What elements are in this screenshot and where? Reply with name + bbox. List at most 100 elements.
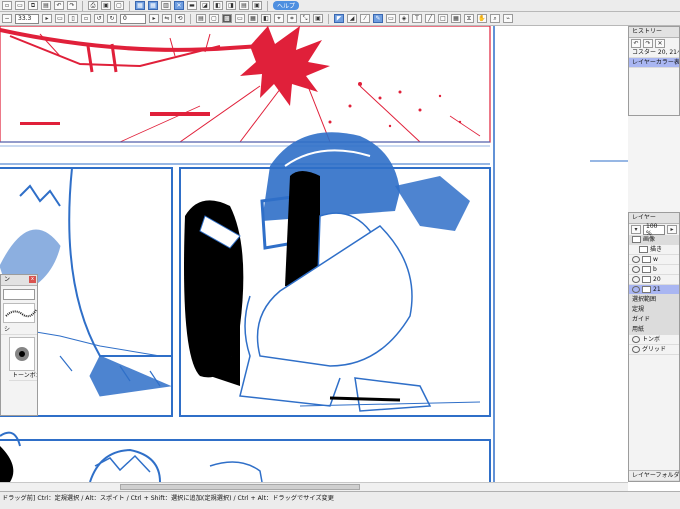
fill-icon[interactable]: ▦ xyxy=(248,14,258,23)
page-icon[interactable]: ▢ xyxy=(114,1,124,10)
symmetry-icon[interactable]: ⧖ xyxy=(464,14,474,23)
grid-icon[interactable]: ▦ xyxy=(148,1,158,10)
copy-icon[interactable]: ⧉ xyxy=(28,1,38,10)
tool-options-toolbar: − 33.3 ▸ ▭ ▯ ▫ ↺ ↻ 0 ▸ ⇋ ⟲ ▤ ▢ ▩ ▭ ▦ ◧ ⌖… xyxy=(0,12,680,26)
eyedropper-icon[interactable]: ⌁ xyxy=(503,14,513,23)
flip-icon[interactable]: ⇋ xyxy=(162,14,172,23)
hand-icon[interactable]: ✋ xyxy=(477,14,487,23)
chevron-right-icon[interactable]: ▸ xyxy=(42,14,52,23)
layer-name: 画像 xyxy=(643,236,656,243)
view-icon[interactable]: ▦ xyxy=(135,1,145,10)
layout-icon[interactable]: ▥ xyxy=(161,1,171,10)
layer-row-guide[interactable]: ガイド xyxy=(629,315,679,325)
transform-icon[interactable]: ⤡ xyxy=(300,14,310,23)
scrollbar-thumb[interactable] xyxy=(120,484,360,490)
color-icon[interactable]: ◧ xyxy=(213,1,223,10)
eraser-icon[interactable]: ▭ xyxy=(386,14,396,23)
history-item[interactable]: コスター 20, 21ペー xyxy=(629,48,679,58)
select-icon[interactable]: ◤ xyxy=(334,14,344,23)
brush-panel-title: ン x xyxy=(1,275,37,286)
layer-row[interactable]: 描き xyxy=(629,245,679,255)
eye-icon[interactable] xyxy=(632,276,640,283)
layer-row-trim[interactable]: トンボ xyxy=(629,335,679,345)
tone-icon[interactable]: ◪ xyxy=(200,1,210,10)
stamp-icon[interactable]: ▣ xyxy=(313,14,323,23)
paste-icon[interactable]: ▤ xyxy=(41,1,51,10)
lasso-icon[interactable]: ◢ xyxy=(347,14,357,23)
history-delete-icon[interactable]: ✕ xyxy=(655,39,665,48)
history-undo-icon[interactable]: ↶ xyxy=(631,39,641,48)
close-icon[interactable]: ✕ xyxy=(174,1,184,10)
layer-icon[interactable]: ▤ xyxy=(196,14,206,23)
mask-icon[interactable]: ▩ xyxy=(222,14,232,23)
pattern-icon[interactable]: ▦ xyxy=(451,14,461,23)
rotate-left-icon[interactable]: ↺ xyxy=(94,14,104,23)
layer-row-selection[interactable]: 選択範囲 xyxy=(629,295,679,305)
brush-tip-preview[interactable] xyxy=(9,337,35,371)
layer-folder-image[interactable]: 画像 xyxy=(629,235,679,245)
reset-icon[interactable]: ⟲ xyxy=(175,14,185,23)
folder-icon xyxy=(642,256,651,263)
eye-icon[interactable] xyxy=(632,256,640,263)
main-toolbar: ▫ ▭ ⧉ ▤ ↶ ↷ ⎙ ▣ ▢ ▦ ▦ ▥ ✕ ▬ ◪ ◧ ◨ ▤ ▣ ヘル… xyxy=(0,0,680,12)
history-item-selected[interactable]: レイヤーカラー表示 xyxy=(629,58,679,68)
artwork-illustration xyxy=(0,26,628,482)
drawing-canvas[interactable]: ン x シ トーンボカシ xyxy=(0,26,628,482)
opacity-input[interactable]: 100 % xyxy=(643,223,665,237)
actual-size-icon[interactable]: ▫ xyxy=(81,14,91,23)
text-icon[interactable]: T xyxy=(412,14,422,23)
snap-icon[interactable]: ⌖ xyxy=(274,14,284,23)
layer-row-paper[interactable]: 用紙 xyxy=(629,325,679,335)
folder-icon xyxy=(639,246,648,253)
chevron-right-icon[interactable]: ▸ xyxy=(149,14,159,23)
fit-icon[interactable]: ▭ xyxy=(55,14,65,23)
new-icon[interactable]: ▫ xyxy=(2,1,12,10)
rotate-input[interactable]: 0 xyxy=(120,13,146,24)
layer-row[interactable]: b xyxy=(629,265,679,275)
history-redo-icon[interactable]: ↷ xyxy=(643,39,653,48)
layer-row-ruler[interactable]: 定規 xyxy=(629,305,679,315)
gradient-icon[interactable]: ◧ xyxy=(261,14,271,23)
open-icon[interactable]: ▭ xyxy=(15,1,25,10)
redo-icon[interactable]: ↷ xyxy=(67,1,77,10)
frame-icon[interactable]: ▢ xyxy=(209,14,219,23)
zoom-out-icon[interactable]: − xyxy=(2,14,12,23)
undo-icon[interactable]: ↶ xyxy=(54,1,64,10)
layer-row-grid[interactable]: グリッド xyxy=(629,345,679,355)
zoom-input[interactable]: 33.3 xyxy=(15,13,39,24)
eye-icon[interactable] xyxy=(632,336,640,343)
layer-row[interactable]: 20 xyxy=(629,275,679,285)
brush-size-input[interactable] xyxy=(3,289,35,300)
divider xyxy=(190,13,191,24)
close-icon[interactable]: x xyxy=(29,276,36,283)
layer-row-selected[interactable]: 21 xyxy=(629,285,679,295)
print-icon[interactable]: ⎙ xyxy=(88,1,98,10)
tone-blur-item[interactable]: トーンボカシ xyxy=(9,371,37,381)
brush-panel-label: シ xyxy=(1,325,37,335)
layer-name: グリッド xyxy=(642,346,667,353)
divider xyxy=(267,0,268,11)
save-icon[interactable]: ▣ xyxy=(101,1,111,10)
shape-icon[interactable]: □ xyxy=(438,14,448,23)
help-button[interactable]: ヘルプ xyxy=(273,1,300,10)
bucket-icon[interactable]: ◈ xyxy=(399,14,409,23)
outline-icon[interactable]: ▭ xyxy=(235,14,245,23)
layer-row[interactable]: w xyxy=(629,255,679,265)
ruler-icon[interactable]: ▬ xyxy=(187,1,197,10)
wand-icon[interactable]: ⁄ xyxy=(360,14,370,23)
folder-icon xyxy=(642,266,651,273)
eye-icon[interactable] xyxy=(632,286,640,293)
page-fit-icon[interactable]: ▯ xyxy=(68,14,78,23)
brush-icon[interactable]: ✎ xyxy=(373,14,383,23)
zoom-icon[interactable]: ⌕ xyxy=(490,14,500,23)
window-icon[interactable]: ▣ xyxy=(252,1,262,10)
line-icon[interactable]: ╱ xyxy=(425,14,435,23)
chevron-down-icon[interactable]: ▾ xyxy=(631,225,641,234)
eye-icon[interactable] xyxy=(632,266,640,273)
palette-icon[interactable]: ◨ xyxy=(226,1,236,10)
eye-icon[interactable] xyxy=(632,346,640,353)
rotate-right-icon[interactable]: ↻ xyxy=(107,14,117,23)
panel-icon[interactable]: ▤ xyxy=(239,1,249,10)
layer-settings-icon[interactable]: ▸ xyxy=(667,225,677,234)
crop-icon[interactable]: ⌗ xyxy=(287,14,297,23)
